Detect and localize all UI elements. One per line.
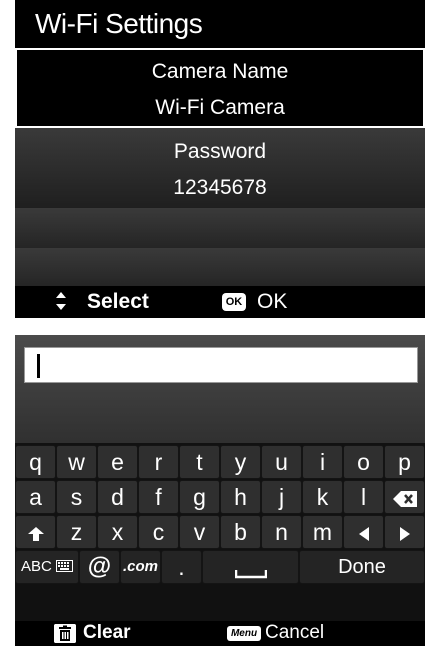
key-p[interactable]: p	[384, 445, 425, 479]
key-b[interactable]: b	[220, 515, 261, 549]
cursor-right-icon	[399, 519, 410, 545]
key-e[interactable]: e	[97, 445, 138, 479]
password-label: Password	[173, 140, 267, 163]
key-w[interactable]: w	[56, 445, 97, 479]
key-dot[interactable]: .	[161, 550, 202, 584]
key-q[interactable]: q	[15, 445, 56, 479]
key-input-mode[interactable]: ABC	[15, 550, 79, 584]
key-z[interactable]: z	[56, 515, 97, 549]
key-v[interactable]: v	[179, 515, 220, 549]
key-i[interactable]: i	[302, 445, 343, 479]
key-h[interactable]: h	[220, 480, 261, 514]
key-l[interactable]: l	[343, 480, 384, 514]
key-shift[interactable]	[15, 515, 56, 549]
camera-name-value: Wi-Fi Camera	[155, 96, 285, 119]
camera-name-label: Camera Name	[151, 60, 289, 83]
key-y[interactable]: y	[220, 445, 261, 479]
input-area	[15, 335, 425, 443]
wifi-settings-screen: Wi-Fi Settings Camera Name Wi-Fi Camera …	[15, 0, 425, 318]
trash-icon	[54, 624, 76, 643]
key-cursor-left[interactable]	[343, 515, 384, 549]
menu-button-icon: Menu	[227, 626, 261, 641]
up-down-arrows-icon	[55, 291, 67, 316]
key-r[interactable]: r	[138, 445, 179, 479]
camera-name-item[interactable]: Camera Name Wi-Fi Camera	[15, 48, 425, 128]
ok-button-icon: OK	[222, 293, 246, 311]
key-f[interactable]: f	[138, 480, 179, 514]
footer-bar: Select OK OK	[15, 286, 425, 318]
key-space[interactable]	[202, 550, 299, 584]
space-icon	[234, 554, 267, 580]
backspace-icon	[392, 484, 417, 510]
key-t[interactable]: t	[179, 445, 220, 479]
done-button[interactable]: Done	[299, 550, 425, 584]
key-d[interactable]: d	[97, 480, 138, 514]
cancel-hint: Cancel	[265, 622, 325, 643]
text-input[interactable]	[24, 347, 418, 383]
key-cursor-right[interactable]	[384, 515, 425, 549]
key-dotcom[interactable]: .com	[120, 550, 161, 584]
select-hint: Select	[87, 290, 149, 313]
key-g[interactable]: g	[179, 480, 220, 514]
empty-row	[15, 248, 425, 286]
key-at[interactable]: @	[79, 550, 120, 584]
footer-bar: Clear Menu Cancel	[15, 621, 425, 646]
cursor-left-icon	[358, 519, 369, 545]
mode-label: ABC	[20, 558, 52, 575]
password-item[interactable]: Password 12345678	[15, 128, 425, 208]
title-bar: Wi-Fi Settings	[15, 0, 425, 46]
shift-icon	[27, 519, 44, 545]
key-k[interactable]: k	[302, 480, 343, 514]
ok-hint: OK	[257, 290, 288, 313]
password-value: 12345678	[173, 176, 267, 199]
key-a[interactable]: a	[15, 480, 56, 514]
clear-hint: Clear	[83, 622, 131, 643]
empty-row	[15, 208, 425, 248]
key-o[interactable]: o	[343, 445, 384, 479]
key-n[interactable]: n	[261, 515, 302, 549]
key-x[interactable]: x	[97, 515, 138, 549]
key-c[interactable]: c	[138, 515, 179, 549]
key-s[interactable]: s	[56, 480, 97, 514]
page-title: Wi-Fi Settings	[35, 8, 203, 39]
key-j[interactable]: j	[261, 480, 302, 514]
on-screen-keyboard: q w e r t y u i o p a s d f g h j k l z …	[15, 443, 425, 621]
key-m[interactable]: m	[302, 515, 343, 549]
key-backspace[interactable]	[384, 480, 425, 514]
text-cursor	[37, 354, 40, 378]
keyboard-screen: q w e r t y u i o p a s d f g h j k l z …	[15, 335, 425, 646]
key-u[interactable]: u	[261, 445, 302, 479]
keyboard-icon	[56, 558, 73, 575]
